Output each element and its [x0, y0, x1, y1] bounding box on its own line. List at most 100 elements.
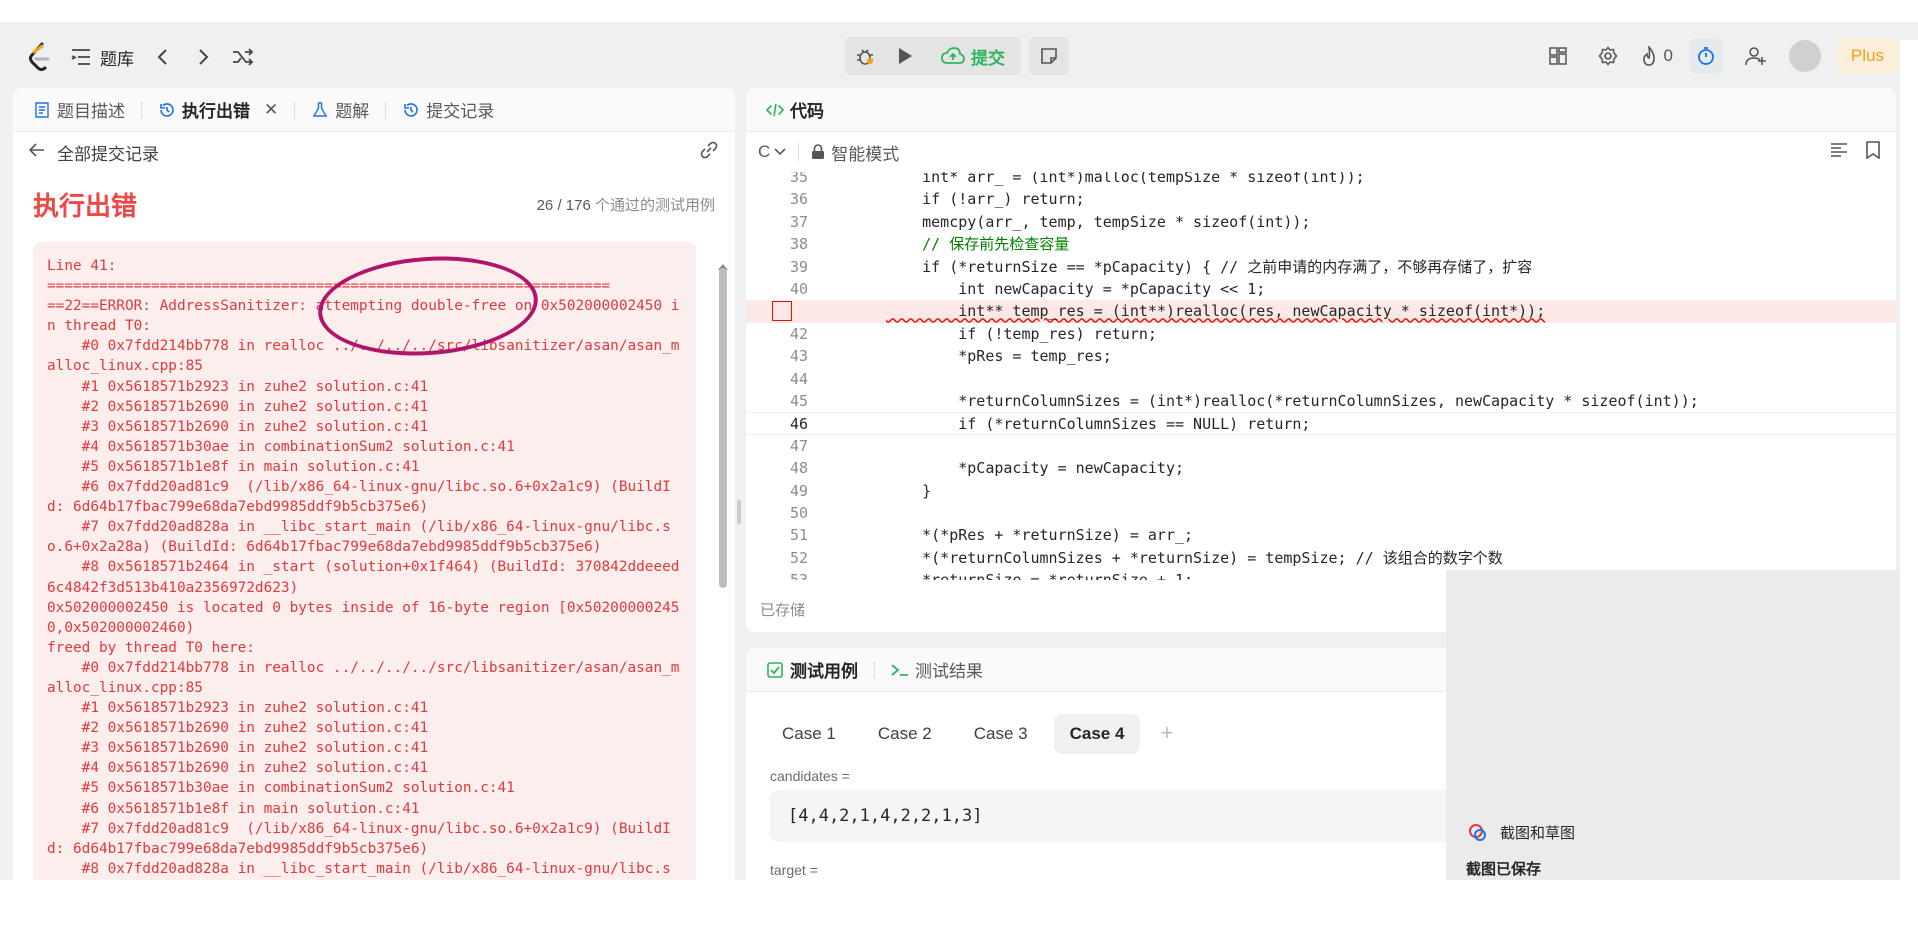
line-number: 35 — [789, 172, 808, 186]
code-line: 49 } — [746, 480, 1896, 502]
tab-run-error[interactable]: 执行出错 ✕ — [152, 97, 284, 122]
language-select[interactable]: C — [758, 142, 786, 162]
line-number: 47 — [789, 436, 808, 455]
tab-description[interactable]: 题目描述 — [27, 97, 131, 122]
case-tab-4[interactable]: Case 4 — [1053, 714, 1141, 754]
line-code: if (!arr_) return; — [886, 190, 1085, 209]
panel-resize-handle[interactable] — [737, 500, 741, 524]
code-line: 36 if (!arr_) return; — [746, 188, 1896, 210]
code-line: 35 int* arr_ = (int*)malloc(tempSize * s… — [746, 172, 1896, 188]
tab-solutions-label: 题解 — [335, 102, 370, 121]
tab-testcases[interactable]: 测试用例 — [760, 657, 864, 682]
error-marker-icon[interactable] — [772, 301, 792, 322]
note-button[interactable] — [1029, 37, 1069, 75]
bookmark-icon[interactable] — [1866, 140, 1880, 164]
code-line: 48 *pCapacity = newCapacity; — [746, 457, 1896, 479]
line-number: 53 — [746, 569, 830, 580]
line-code: *pCapacity = newCapacity; — [886, 459, 1185, 478]
line-code: *(*pRes + *returnSize) = arr_; — [886, 526, 1194, 545]
top-nav: 题库 提交 0 Plus — [0, 22, 1918, 92]
error-header: 执行出错 26 / 176 个通过的测试用例 — [13, 172, 735, 226]
leetcode-logo-icon[interactable] — [26, 42, 52, 72]
line-code: if (!temp_res) return; — [886, 324, 1157, 343]
line-number: 49 — [789, 481, 808, 500]
code-line: 39 if (*returnSize == *pCapacity) { // 之… — [746, 256, 1896, 278]
link-icon[interactable] — [699, 140, 719, 165]
tab-test-results-label: 测试结果 — [915, 662, 983, 681]
tab-test-results[interactable]: 测试结果 — [885, 657, 989, 682]
tab-separator — [385, 100, 387, 119]
add-friend-icon[interactable] — [1739, 39, 1773, 73]
settings-gear-icon[interactable] — [1591, 39, 1625, 73]
streak-counter[interactable]: 0 — [1641, 39, 1673, 73]
smart-mode[interactable]: 智能模式 — [811, 140, 899, 165]
shuffle-icon[interactable] — [232, 46, 254, 68]
passed-count: 26 / 176 — [536, 196, 591, 214]
code-line: 44 — [746, 368, 1896, 390]
list-icon — [70, 46, 92, 68]
plus-button[interactable]: Plus — [1836, 38, 1898, 74]
tab-solutions[interactable]: 题解 — [305, 97, 375, 122]
line-code: memcpy(arr_, temp, tempSize * sizeof(int… — [886, 212, 1311, 231]
code-line: 43 *pRes = temp_res; — [746, 345, 1896, 367]
line-number: 43 — [789, 347, 808, 366]
line-number: 37 — [789, 212, 808, 231]
submit-label: 提交 — [971, 48, 1005, 68]
tab-testcases-label: 测试用例 — [790, 662, 858, 681]
passed-suffix: 个通过的测试用例 — [594, 196, 715, 214]
notification-message: 截图已保存 — [1466, 861, 1542, 878]
code-tabbar: 代码 — [746, 88, 1896, 132]
line-code: if (*returnColumnSizes == NULL) return; — [886, 415, 1311, 434]
nav-right: 0 Plus — [1541, 37, 1898, 75]
cloud-upload-icon — [941, 47, 965, 64]
toolbar-separator — [798, 143, 800, 161]
case-tab-2[interactable]: Case 2 — [862, 714, 948, 754]
line-number: 52 — [789, 548, 808, 567]
editor-toolbar-right — [1830, 140, 1880, 164]
tab-separator — [874, 660, 875, 679]
run-button[interactable] — [885, 37, 925, 75]
code-line: 50 — [746, 502, 1896, 524]
editor-toolbar-left: C 智能模式 — [758, 140, 899, 165]
line-code: int** temp_res = (int**)realloc(res, new… — [886, 302, 1546, 321]
passed-stat: 26 / 176 个通过的测试用例 — [537, 194, 715, 215]
line-number: 46 — [789, 415, 808, 434]
case-tab-1[interactable]: Case 1 — [766, 714, 852, 754]
notification-app: 截图和草图 — [1500, 824, 1576, 842]
timer-icon[interactable] — [1688, 39, 1723, 73]
format-icon[interactable] — [1830, 142, 1848, 163]
add-case-button[interactable]: + — [1150, 714, 1183, 754]
case-tab-3[interactable]: Case 3 — [958, 714, 1044, 754]
prev-problem-icon[interactable] — [152, 46, 174, 68]
tab-submissions[interactable]: 提交记录 — [396, 97, 500, 122]
saved-status: 已存储 — [760, 602, 806, 619]
debug-button[interactable] — [845, 37, 885, 75]
line-number: 36 — [789, 190, 808, 209]
fire-icon — [1643, 46, 1656, 66]
run-submit-group: 提交 — [845, 37, 1021, 75]
line-number: 48 — [789, 459, 808, 478]
scrollbar[interactable] — [719, 268, 727, 588]
play-icon — [899, 48, 912, 64]
code-editor[interactable]: 35 int* arr_ = (int*)malloc(tempSize * s… — [746, 172, 1896, 580]
tab-separator — [141, 100, 142, 119]
line-code: *(*returnColumnSizes + *returnSize) = te… — [886, 548, 1503, 567]
line-code: } — [886, 481, 932, 500]
code-panel: 代码 C 智能模式 35 int* arr_ = (int*)malloc(te… — [746, 88, 1896, 632]
close-icon[interactable]: ✕ — [264, 100, 278, 120]
line-number: 51 — [789, 526, 808, 545]
snipping-tool-icon — [1469, 824, 1486, 841]
submit-button[interactable]: 提交 — [925, 37, 1021, 75]
back-to-submissions[interactable]: 全部提交记录 — [28, 140, 159, 165]
tab-code[interactable]: 代码 — [760, 97, 830, 122]
line-number: 40 — [789, 280, 808, 298]
problems-nav[interactable]: 题库 — [70, 45, 134, 70]
snipping-notification[interactable]: 截图和草图 — [1446, 812, 1918, 852]
browser-top-strip — [0, 0, 1918, 22]
line-code: int newCapacity = *pCapacity << 1; — [886, 280, 1266, 298]
layout-icon[interactable] — [1541, 39, 1575, 73]
submissions-subbar: 全部提交记录 — [13, 132, 735, 172]
next-problem-icon[interactable] — [192, 46, 214, 68]
history-icon — [158, 101, 176, 119]
avatar[interactable] — [1788, 40, 1821, 72]
